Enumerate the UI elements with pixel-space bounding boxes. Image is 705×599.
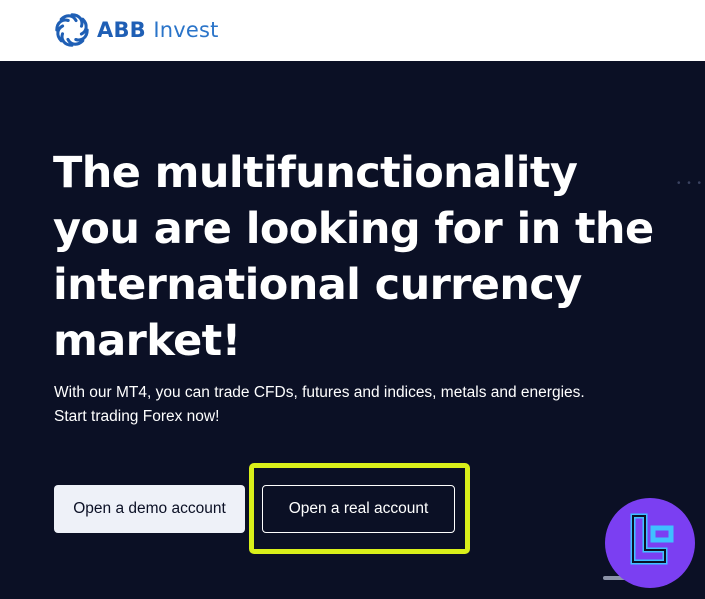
page: ABB Invest • • • The multifunctionality … <box>0 0 705 599</box>
tc-badge-icon <box>605 498 695 588</box>
hero-headline: The multifunctionality you are looking f… <box>53 148 654 366</box>
brand-logo[interactable]: ABB Invest <box>53 10 219 50</box>
site-header: ABB Invest <box>0 0 705 61</box>
brand-name-bold: ABB <box>97 18 146 42</box>
open-real-account-button[interactable]: Open a real account <box>262 485 455 533</box>
tc-badge-glyph-icon <box>630 513 674 565</box>
hero-subtext-line-2: Start trading Forex now! <box>54 408 220 425</box>
hero-subtext: With our MT4, you can trade CFDs, future… <box>54 381 654 429</box>
brand-name: ABB Invest <box>97 18 219 42</box>
decorative-dots: • • • <box>676 178 703 189</box>
hero-subtext-line-1: With our MT4, you can trade CFDs, future… <box>54 384 585 401</box>
abb-swirl-logo-icon <box>55 13 89 47</box>
hero-section: • • • The multifunctionality you are loo… <box>0 61 705 599</box>
brand-name-light: Invest <box>153 18 219 42</box>
open-demo-account-button[interactable]: Open a demo account <box>54 485 245 533</box>
